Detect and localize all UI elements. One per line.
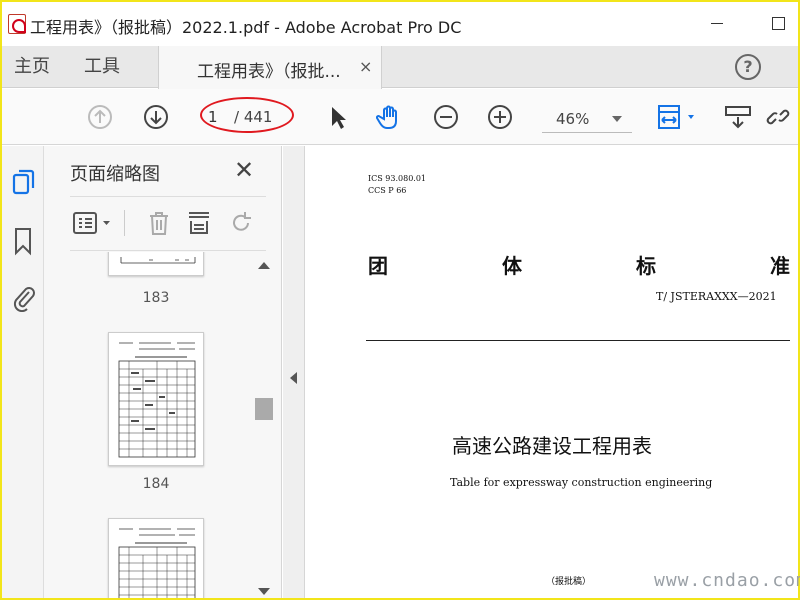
watermark: www.cndao.com	[654, 570, 800, 591]
thumbnail-panel: 页面缩略图 ✕ 183 184	[44, 146, 282, 598]
link-icon[interactable]	[764, 103, 792, 131]
panel-collapse-handle[interactable]	[283, 146, 305, 598]
previous-page-icon[interactable]	[86, 103, 114, 131]
insert-pages-icon[interactable]	[186, 210, 212, 236]
hand-tool-icon[interactable]	[376, 103, 404, 131]
chevron-down-icon	[612, 116, 622, 122]
scroll-thumb[interactable]	[255, 398, 273, 420]
thumbnail-label: 184	[142, 476, 170, 492]
ccs-code: CCS P 66	[368, 186, 407, 195]
acrobat-icon	[8, 14, 26, 34]
draft-label: （报批稿）	[546, 577, 592, 587]
next-page-icon[interactable]	[142, 103, 170, 131]
chevron-left-icon	[290, 372, 297, 384]
navigation-rail	[2, 146, 44, 598]
thumbnail-list: 183 184	[44, 252, 274, 598]
maximize-button[interactable]	[767, 12, 789, 34]
tab-document[interactable]: 工程用表》（报批... ×	[158, 46, 382, 89]
ics-code: ICS 93.080.01	[368, 174, 427, 183]
zoom-dropdown[interactable]: 46%	[542, 105, 632, 133]
divider	[70, 250, 266, 251]
heading-char: 团	[368, 254, 388, 278]
zoom-value: 46%	[556, 110, 590, 128]
tab-home[interactable]: 主页	[14, 46, 50, 88]
scroll-down-icon[interactable]	[258, 588, 270, 595]
thumbnail-page-185[interactable]	[108, 518, 204, 598]
minimize-button[interactable]	[706, 12, 728, 34]
help-icon[interactable]: ?	[735, 54, 761, 80]
tab-row: 主页 工具 工程用表》（报批... × ?	[2, 46, 798, 89]
attachment-icon[interactable]	[11, 282, 37, 312]
document-subtitle: Table for expressway construction engine…	[450, 476, 713, 489]
document-tab-label: 工程用表》（报批...	[197, 62, 341, 82]
title-bar: 工程用表》（报批稿）2022.1.pdf - Adobe Acrobat Pro…	[2, 2, 798, 46]
page-preview	[118, 342, 196, 458]
scroll-up-icon[interactable]	[258, 262, 270, 269]
panel-title: 页面缩略图	[70, 164, 160, 185]
thumbnail-scrollbar[interactable]	[254, 258, 273, 598]
page-preview	[118, 528, 196, 598]
bookmark-icon[interactable]	[13, 226, 35, 256]
divider-line	[366, 340, 790, 341]
standard-number: T/ JSTERAXXX—2021	[656, 290, 777, 303]
page-preview	[120, 257, 196, 264]
thumbnail-label: 183	[142, 290, 170, 306]
heading-char: 体	[502, 254, 522, 278]
options-menu-icon[interactable]	[72, 210, 116, 236]
zoom-in-icon[interactable]	[486, 103, 514, 131]
trash-icon[interactable]	[146, 210, 172, 236]
toolbar-separator	[124, 210, 125, 236]
fit-width-icon[interactable]	[656, 103, 700, 131]
app-window: 工程用表》（报批稿）2022.1.pdf - Adobe Acrobat Pro…	[0, 0, 800, 600]
select-tool-icon[interactable]	[324, 103, 352, 131]
rotate-icon[interactable]	[228, 210, 254, 236]
heading-char: 准	[770, 254, 790, 278]
annotation-ellipse	[200, 97, 294, 133]
close-tab-icon[interactable]: ×	[359, 57, 372, 76]
zoom-out-icon[interactable]	[432, 103, 460, 131]
document-main-title: 高速公路建设工程用表	[452, 434, 652, 458]
thumbnail-page-183[interactable]	[108, 252, 204, 276]
window-title: 工程用表》（报批稿）2022.1.pdf - Adobe Acrobat Pro…	[30, 18, 462, 37]
document-page[interactable]: ICS 93.080.01 CCS P 66 团 体 标 准 T/ JSTERA…	[306, 146, 798, 598]
tab-tools[interactable]: 工具	[84, 46, 120, 88]
thumbnail-page-184[interactable]	[108, 332, 204, 466]
toolbar: 1 / 441 46%	[2, 89, 798, 145]
page-thumbnails-icon[interactable]	[11, 168, 37, 198]
toolbar-more-icon[interactable]	[724, 103, 752, 131]
divider	[70, 196, 266, 197]
heading-char: 标	[636, 254, 656, 278]
close-panel-icon[interactable]: ✕	[234, 156, 254, 184]
